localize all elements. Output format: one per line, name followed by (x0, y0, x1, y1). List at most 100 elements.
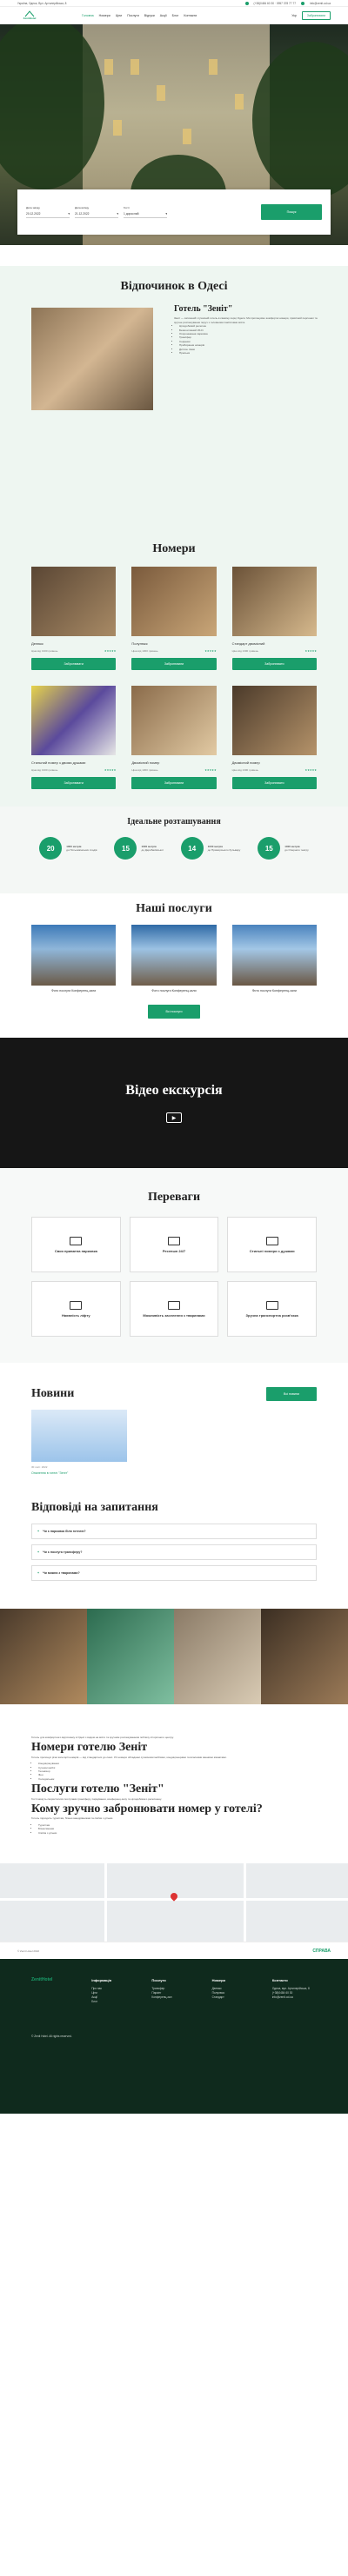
footer-link[interactable]: Блог (91, 2000, 136, 2004)
service-card[interactable]: Фото послуги Конференц-зали (31, 925, 117, 993)
room-card[interactable]: Двомісний номер Ціна від 1300 гривень ★★★★… (231, 686, 317, 789)
room-price: Ціна від 1300 гривень (231, 649, 258, 653)
book-button[interactable]: Забронювати (301, 10, 331, 20)
room-card[interactable]: Стильний номер з двома душами Ціна від 13… (31, 686, 117, 789)
rating-stars: ★★★★★ (204, 768, 217, 772)
copyright: © Zenit Hotel 2022 (17, 1949, 40, 1953)
advantage-card: Своя приватна парковка (31, 1217, 121, 1272)
services-section: Наші послуги Фото послуги Конференц-зали… (0, 893, 348, 1038)
phones[interactable]: (+38)0484 60 30 · 0957 378 77 77 (254, 2, 296, 5)
nav-item-contacts[interactable]: Контакти (184, 14, 197, 17)
faq-item[interactable]: + Чи можна з тваринами? (31, 1565, 317, 1581)
stat-item: 15 1000 метрів до Оперного театру (258, 837, 309, 860)
list-item: Пральня (179, 351, 322, 355)
window (130, 59, 139, 75)
reception-icon (167, 1236, 180, 1245)
news-photo[interactable] (31, 1410, 127, 1462)
all-news-button[interactable]: Всі новини (266, 1387, 317, 1401)
room-photo (131, 686, 217, 755)
advantage-label: Зручна транспортна розв'язка (245, 1312, 298, 1318)
advantage-label: Своя приватна парковка (54, 1248, 97, 1253)
room-book-button[interactable]: Забронювати (231, 777, 317, 789)
advantages-title: Переваги (147, 1191, 201, 1204)
nav-item-home[interactable]: Головна (82, 14, 94, 17)
plus-icon: + (37, 1550, 40, 1554)
email[interactable]: info@zenit.od.ua (310, 2, 331, 5)
logo[interactable]: ZenitHotel (17, 10, 42, 22)
gallery-photo[interactable] (87, 1609, 174, 1704)
room-name: Стильний номер з двома душами (31, 760, 86, 765)
nav-item-reviews[interactable]: Відгуки (144, 14, 155, 17)
room-card[interactable]: Двомісний номер Ціна від 1300 гривень ★★★★… (131, 686, 217, 789)
room-photo (31, 686, 117, 755)
all-services-button[interactable]: Всі послуги (148, 1005, 200, 1019)
nav-item-blog[interactable]: Блог (172, 14, 179, 17)
logo-text: ZenitHotel (23, 17, 37, 20)
faq-question: Чи є парковка біля готелю? (43, 1530, 86, 1533)
footer-logo[interactable]: ZenitHotel (31, 1978, 76, 1982)
guests-field[interactable]: Гості 1 дорослий ▾ (124, 206, 167, 218)
footer-heading: Інформація (91, 1978, 112, 1983)
room-book-button[interactable]: Забронювати (231, 658, 317, 670)
room-card[interactable]: Делюкс Ціна від 1300 гривень ★★★★★ Забронюв… (31, 567, 117, 670)
room-price: Ціна від 1300 гривень (31, 649, 58, 653)
nav-item-offers[interactable]: Акції (160, 14, 167, 17)
gallery-photo[interactable] (0, 1609, 87, 1704)
seo-paragraph: Готель пропонує різні категорії номерів … (31, 1755, 227, 1759)
checkin-field[interactable]: Дата заїзду 20.12.2022 ▾ (26, 206, 70, 218)
nav-item-prices[interactable]: Ціни (116, 14, 122, 17)
map-road (244, 1863, 246, 1942)
service-card[interactable]: Фото послуги Конференц-зали (231, 925, 317, 993)
footer-link[interactable]: Конференц-зал (151, 1995, 196, 2000)
service-card[interactable]: Фото послуги Конференц-зали (131, 925, 217, 993)
checkin-value[interactable]: 20.12.2022 (26, 212, 41, 216)
footer-copyright: © Zenit Hotel. All rights reserved. (31, 2035, 72, 2039)
room-book-button[interactable]: Забронювати (131, 658, 217, 670)
room-name: Стандарт двомісний (231, 641, 265, 646)
checkout-field[interactable]: Дата виїзду 21.12.2022 ▾ (75, 206, 118, 218)
chevron-down-icon: ▾ (165, 212, 167, 216)
room-price: Ціна від 1300 гривень (231, 768, 258, 772)
stat-number: 14 (180, 837, 204, 860)
nav-item-rooms[interactable]: Номери (99, 14, 110, 17)
news-title: Новини (31, 1387, 75, 1400)
room-book-button[interactable]: Забронювати (31, 658, 117, 670)
checkout-value[interactable]: 21.12.2022 (75, 212, 90, 216)
service-name: Фото послуги Конференц-зали (251, 989, 297, 993)
service-name: Фото послуги Конференц-зали (51, 989, 97, 993)
room-card[interactable]: Полулюкс Ціна від 1300 гривень ★★★★★ Заброн… (131, 567, 217, 670)
faq-item[interactable]: + Чи є послуга трансферу? (31, 1544, 317, 1560)
news-link[interactable]: Опалення в готелі "Зеніт" (31, 1471, 317, 1475)
stat-item: 15 1000 метрів до Дерибасівської (114, 837, 164, 860)
about-title: Відпочинок в Одесі (120, 280, 228, 293)
map[interactable] (0, 1863, 348, 1942)
faq-question: Чи можна з тваринами? (43, 1571, 80, 1575)
window (183, 129, 191, 144)
seo-list: Туристам Бізнесменам Сім'ям з дітьми (31, 1823, 317, 1835)
search-button[interactable]: Пошук (261, 204, 322, 220)
room-card[interactable]: Стандарт двомісний Ціна від 1300 гривень ★… (231, 567, 317, 670)
advantage-card: Ресепшн 24/7 (129, 1217, 219, 1272)
mail-icon (301, 1, 305, 5)
room-photo (231, 686, 317, 755)
guests-value[interactable]: 1 дорослий (124, 212, 138, 216)
developer-logo[interactable]: СПРАВА (312, 1949, 331, 1954)
footer-heading: Контакти (271, 1978, 288, 1983)
room-book-button[interactable]: Забронювати (131, 777, 217, 789)
rating-stars: ★★★★★ (304, 768, 317, 772)
gallery-photo[interactable] (261, 1609, 348, 1704)
checkin-label: Дата заїзду (26, 206, 40, 209)
pets-icon (167, 1300, 180, 1310)
stat-label: до Дерибасівської (141, 848, 164, 852)
gallery-photo[interactable] (174, 1609, 261, 1704)
footer-contact[interactable]: info@zenit.od.ua (272, 1995, 317, 2000)
faq-item[interactable]: + Чи є парковка біля готелю? (31, 1524, 317, 1539)
seo-heading: Кому зручно забронювати номер у готелі? (31, 1803, 263, 1816)
language-switch[interactable]: Укр (291, 14, 297, 17)
footer-link[interactable]: Стандарт (212, 1995, 257, 2000)
nav-item-services[interactable]: Послуги (127, 14, 139, 17)
play-icon[interactable]: ▶ (166, 1112, 182, 1123)
room-price: Ціна від 1300 гривень (131, 768, 158, 772)
stat-label: до Приморського бульвару (207, 848, 241, 852)
room-book-button[interactable]: Забронювати (31, 777, 117, 789)
